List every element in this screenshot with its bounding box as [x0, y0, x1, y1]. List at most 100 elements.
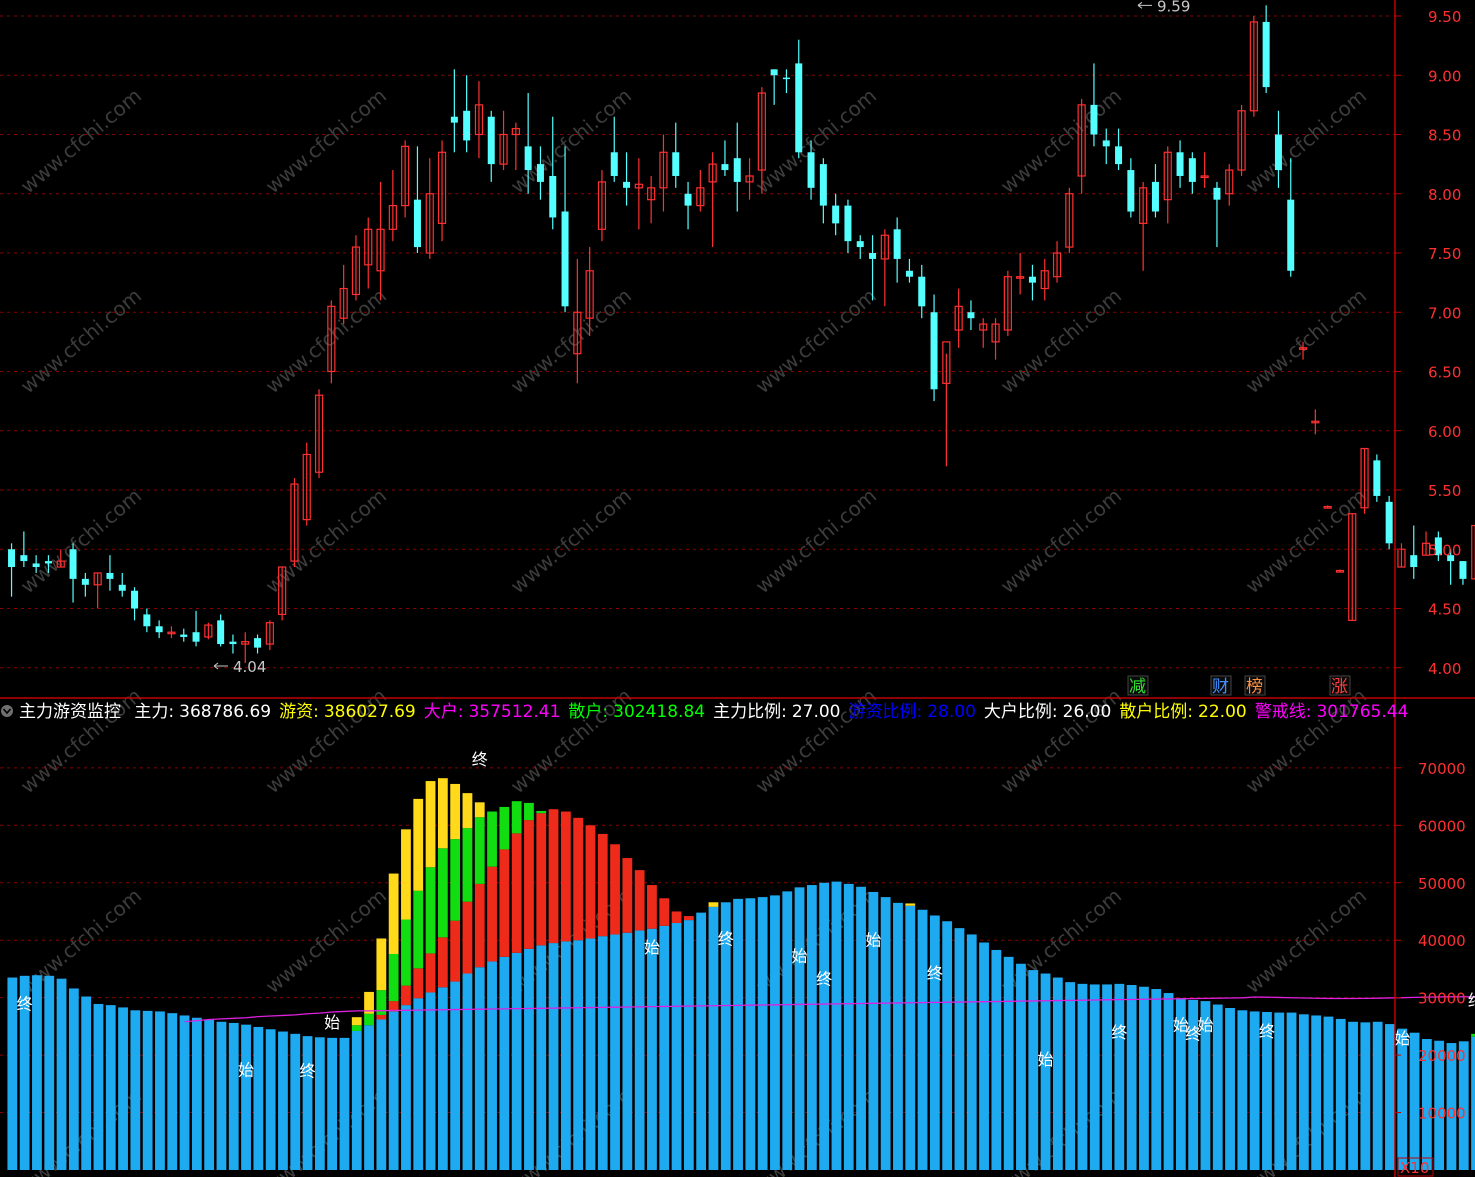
event-badge-text: 涨 — [1331, 677, 1348, 697]
bar-retail — [1052, 977, 1063, 1170]
candle-body-down — [1127, 170, 1135, 212]
event-badge-text: 财 — [1212, 677, 1229, 697]
indicator-tick-label: 50000 — [1418, 875, 1466, 893]
watermark-text: www.cfchi.com — [751, 283, 881, 398]
legend-value: 27.00 — [792, 702, 841, 722]
bar-retail — [929, 915, 940, 1170]
candle-body-down — [1028, 276, 1036, 283]
start-marker: 始 — [1394, 1029, 1410, 1048]
bar-retail — [290, 1033, 301, 1170]
bar-main — [413, 890, 424, 969]
start-marker: 始 — [238, 1060, 254, 1079]
bar-retail — [979, 942, 989, 1170]
candle-body-down — [1188, 158, 1196, 182]
bar-retail — [1372, 1021, 1383, 1170]
legend-value: 26.00 — [1063, 702, 1112, 722]
bar-bigholder — [659, 898, 670, 926]
bar-retail — [1028, 970, 1039, 1170]
bar-hotmoney — [905, 903, 916, 906]
candle-body-down — [684, 193, 692, 206]
bar-main — [351, 1025, 362, 1031]
bar-hotmoney — [351, 1017, 362, 1026]
price-tick-label: 7.00 — [1428, 304, 1461, 322]
candle-body-down — [623, 181, 631, 188]
event-badge-text: 减 — [1129, 677, 1146, 697]
candlestick-series[interactable] — [8, 5, 1475, 664]
bar-retail — [191, 1017, 202, 1170]
end-marker: 终 — [816, 970, 832, 989]
watermark-text: www.cfchi.com — [996, 683, 1126, 798]
bar-bigholder — [634, 870, 645, 931]
annotation-arrow-icon — [1137, 1, 1152, 9]
candle-body-down — [869, 253, 877, 259]
bar-retail — [1286, 1012, 1297, 1170]
candle-body-down — [1262, 21, 1270, 88]
bar-retail — [659, 925, 670, 1170]
start-marker: 始 — [865, 931, 881, 950]
bar-retail — [364, 1025, 374, 1170]
candle-body-down — [795, 63, 803, 153]
bar-retail — [204, 1019, 215, 1170]
bar-retail — [93, 1003, 104, 1170]
bar-retail — [622, 932, 633, 1170]
bar-bigholder — [413, 968, 424, 999]
candle-body-down — [118, 584, 126, 591]
candle-body-down — [487, 116, 495, 165]
watermark-text: www.cfchi.com — [1241, 83, 1371, 198]
bar-retail — [1225, 1007, 1235, 1170]
bar-hotmoney — [708, 902, 719, 907]
candle-body-down — [69, 549, 77, 579]
event-badges[interactable]: 减 财榜 涨 — [1127, 675, 1351, 697]
bar-bigholder — [597, 833, 608, 937]
candle-body-down — [1176, 152, 1184, 176]
candle-body-down — [32, 563, 40, 568]
bar-retail — [1139, 986, 1149, 1170]
end-marker: 终 — [1111, 1023, 1127, 1042]
event-badge[interactable]: 减 — [1127, 675, 1149, 697]
candle-body-down — [782, 77, 790, 80]
stock-chart[interactable]: www.cfchi.com www.cfchi.com www.cfchi.com w… — [0, 0, 1475, 1177]
bar-retail — [327, 1037, 338, 1170]
candle-body-down — [1373, 460, 1381, 496]
candle-body-down — [918, 276, 926, 307]
candle-body-down — [1213, 187, 1221, 200]
candle-body-down — [413, 199, 421, 248]
bar-retail — [806, 885, 817, 1170]
watermark-text: www.cfchi.com — [16, 683, 146, 798]
bar-hotmoney — [450, 783, 461, 840]
event-badge[interactable]: 财 — [1210, 675, 1232, 697]
legend-label: 主力: — [134, 702, 174, 722]
bar-retail — [179, 1015, 190, 1170]
bar-retail — [1360, 1022, 1371, 1170]
event-badge[interactable]: 榜 — [1244, 675, 1266, 697]
bar-main — [388, 953, 399, 1002]
bar-retail — [683, 920, 694, 1170]
indicator-name: 主力游资监控 — [19, 702, 121, 722]
bar-main — [487, 811, 497, 867]
end-marker: 终 — [472, 750, 488, 769]
bar-retail — [770, 895, 780, 1170]
indicator-toggle-icon[interactable] — [1, 705, 13, 717]
bar-main — [511, 801, 522, 834]
legend-label: 主力比例: — [713, 702, 787, 722]
scale-badge[interactable]: X10 — [1397, 1157, 1434, 1177]
legend-label: 游资比例: — [849, 702, 923, 722]
bar-retail — [1126, 985, 1137, 1170]
bar-retail — [167, 1013, 178, 1170]
candle-body-down — [536, 164, 544, 182]
indicator-legend: 主力游资监控 主力: 368786.69 游资: 386027.69 大户: 357512… — [1, 702, 1408, 722]
bar-hotmoney — [437, 778, 448, 849]
candle-body-down — [905, 270, 913, 277]
watermark-text: www.cfchi.com — [1241, 883, 1371, 998]
start-marker: 始 — [644, 938, 660, 957]
bar-bigholder — [401, 985, 411, 1006]
bar-retail — [1323, 1016, 1334, 1170]
watermark-text: www.cfchi.com — [751, 483, 881, 598]
indicator-tick-label: 30000 — [1418, 990, 1466, 1008]
watermark-text: www.cfchi.com — [16, 483, 146, 598]
bar-retail — [1151, 989, 1162, 1170]
event-badge[interactable]: 涨 — [1329, 675, 1351, 697]
end-marker: 终 — [1468, 991, 1475, 1010]
bar-main — [536, 810, 547, 814]
bar-retail — [819, 882, 830, 1170]
